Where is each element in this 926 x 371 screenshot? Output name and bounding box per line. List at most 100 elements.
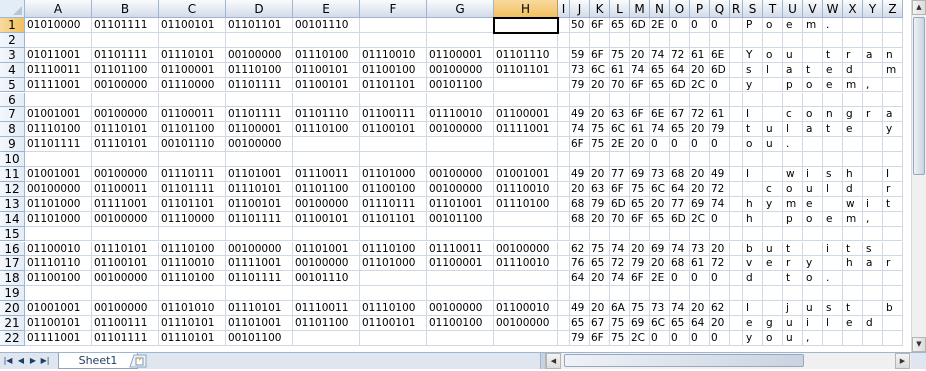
grid-cell[interactable]: [558, 301, 570, 316]
hex-cell[interactable]: [690, 92, 710, 108]
binary-cell[interactable]: 00100000: [427, 167, 494, 182]
binary-cell[interactable]: [159, 32, 226, 48]
char-cell[interactable]: I: [743, 107, 763, 123]
char-cell[interactable]: y: [763, 196, 783, 212]
hex-cell[interactable]: 63: [590, 181, 610, 197]
hex-cell[interactable]: 50: [570, 18, 590, 33]
char-cell[interactable]: [863, 122, 883, 138]
char-cell[interactable]: t: [823, 122, 843, 138]
hex-cell[interactable]: 6D: [630, 18, 650, 33]
binary-cell[interactable]: [25, 32, 92, 48]
char-cell[interactable]: e: [743, 316, 763, 331]
binary-cell[interactable]: 01100011: [92, 181, 159, 197]
char-cell[interactable]: [843, 286, 863, 302]
column-header-c[interactable]: C: [159, 0, 226, 18]
hex-cell[interactable]: 64: [690, 316, 710, 331]
grid-cell[interactable]: [730, 32, 743, 48]
char-cell[interactable]: n: [883, 47, 903, 63]
scroll-left-button[interactable]: ◀: [546, 353, 561, 369]
hex-cell[interactable]: 72: [710, 256, 730, 272]
char-cell[interactable]: o: [763, 47, 783, 63]
hex-cell[interactable]: 69: [690, 196, 710, 212]
char-cell[interactable]: [823, 152, 843, 167]
binary-cell[interactable]: [159, 152, 226, 167]
binary-cell[interactable]: 01101111: [92, 330, 159, 346]
char-cell[interactable]: [763, 77, 783, 93]
binary-cell[interactable]: 00100000: [25, 181, 92, 197]
hex-cell[interactable]: 69: [630, 316, 650, 331]
hex-cell[interactable]: 2E: [610, 137, 630, 153]
char-cell[interactable]: [863, 286, 883, 302]
char-cell[interactable]: p: [783, 211, 803, 227]
hex-cell[interactable]: 2E: [650, 18, 670, 33]
hex-cell[interactable]: 20: [590, 301, 610, 316]
binary-cell[interactable]: 00100000: [92, 107, 159, 123]
hex-cell[interactable]: [570, 152, 590, 167]
char-cell[interactable]: d: [843, 181, 863, 197]
row-header-4[interactable]: 4: [0, 62, 25, 78]
hex-cell[interactable]: 61: [630, 122, 650, 138]
binary-cell[interactable]: 00100000: [427, 301, 494, 316]
binary-cell[interactable]: [92, 32, 159, 48]
hex-cell[interactable]: 20: [710, 241, 730, 257]
grid-cell[interactable]: [558, 316, 570, 331]
binary-cell[interactable]: 00100000: [427, 181, 494, 197]
binary-cell[interactable]: [293, 286, 360, 302]
grid-cell[interactable]: [558, 167, 570, 182]
char-cell[interactable]: [823, 226, 843, 242]
binary-cell[interactable]: 01100101: [25, 316, 92, 331]
char-cell[interactable]: [783, 286, 803, 302]
grid-cell[interactable]: [558, 77, 570, 93]
binary-cell[interactable]: [427, 226, 494, 242]
grid-cell[interactable]: [730, 286, 743, 302]
char-cell[interactable]: u: [803, 181, 823, 197]
hex-cell[interactable]: 79: [710, 122, 730, 138]
hex-cell[interactable]: 65: [570, 316, 590, 331]
grid-cell[interactable]: [558, 286, 570, 302]
binary-cell[interactable]: 01110101: [92, 137, 159, 153]
binary-cell[interactable]: 01100100: [360, 181, 427, 197]
binary-cell[interactable]: 01101001: [226, 167, 293, 182]
hex-cell[interactable]: 6C: [590, 62, 610, 78]
hex-cell[interactable]: 0: [710, 77, 730, 93]
binary-cell[interactable]: 00100000: [92, 301, 159, 316]
column-header-u[interactable]: U: [783, 0, 803, 18]
hex-cell[interactable]: 0: [710, 271, 730, 287]
grid-cell[interactable]: [558, 152, 570, 167]
hex-cell[interactable]: 0: [710, 330, 730, 346]
hex-cell[interactable]: [610, 152, 630, 167]
hex-cell[interactable]: 20: [570, 181, 590, 197]
binary-cell[interactable]: 00101110: [293, 18, 360, 33]
hex-cell[interactable]: 72: [610, 256, 630, 272]
binary-cell[interactable]: 01110111: [159, 167, 226, 182]
binary-cell[interactable]: [226, 32, 293, 48]
char-cell[interactable]: j: [783, 301, 803, 316]
char-cell[interactable]: [843, 330, 863, 346]
binary-cell[interactable]: [25, 152, 92, 167]
binary-cell[interactable]: 01100100: [360, 62, 427, 78]
column-header-g[interactable]: G: [427, 0, 494, 18]
binary-cell[interactable]: 01101001: [293, 241, 360, 257]
char-cell[interactable]: a: [863, 256, 883, 272]
hex-cell[interactable]: 0: [710, 18, 730, 33]
char-cell[interactable]: m: [843, 77, 863, 93]
char-cell[interactable]: [883, 211, 903, 227]
binary-cell[interactable]: 00100000: [427, 122, 494, 138]
hex-cell[interactable]: [650, 32, 670, 48]
binary-cell[interactable]: 01100001: [427, 47, 494, 63]
hex-cell[interactable]: 6F: [630, 107, 650, 123]
row-header-17[interactable]: 17: [0, 256, 25, 272]
binary-cell[interactable]: 01101101: [360, 211, 427, 227]
hex-cell[interactable]: 6D: [670, 211, 690, 227]
char-cell[interactable]: r: [843, 47, 863, 63]
hex-cell[interactable]: 79: [570, 330, 590, 346]
hex-cell[interactable]: [650, 286, 670, 302]
binary-cell[interactable]: 01111001: [25, 77, 92, 93]
binary-cell[interactable]: [494, 286, 558, 302]
binary-cell[interactable]: 01101000: [360, 167, 427, 182]
char-cell[interactable]: o: [763, 18, 783, 33]
char-cell[interactable]: r: [863, 107, 883, 123]
row-header-11[interactable]: 11: [0, 167, 25, 182]
char-cell[interactable]: [823, 256, 843, 272]
binary-cell[interactable]: 01100101: [360, 122, 427, 138]
